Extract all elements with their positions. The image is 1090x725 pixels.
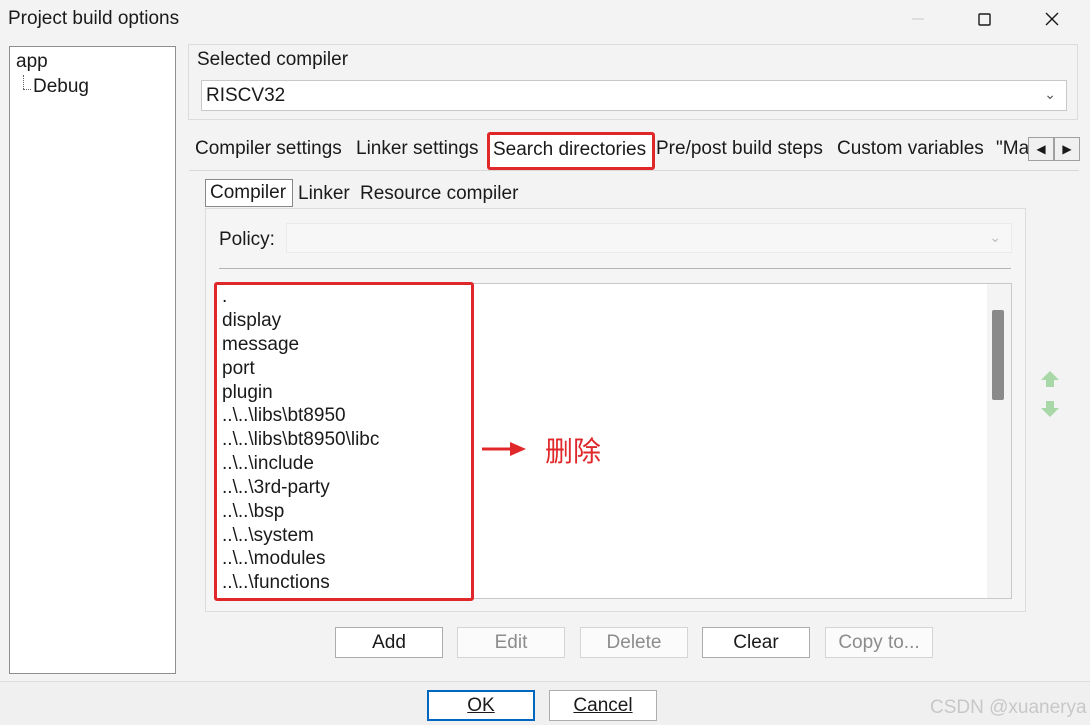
close-button[interactable] <box>1022 0 1082 38</box>
move-buttons <box>1037 364 1063 428</box>
chevron-down-icon: ⌄ <box>1044 86 1056 102</box>
annotation-arrow-icon <box>482 442 526 456</box>
ok-button[interactable]: OK <box>427 690 535 721</box>
policy-select[interactable]: ⌄ <box>286 223 1012 253</box>
tab-scroll-left-button[interactable]: ◀ <box>1028 137 1054 161</box>
compiler-select-value: RISCV32 <box>206 85 286 106</box>
subtab-linker[interactable]: Linker <box>298 183 350 205</box>
annotation-highlight-box <box>214 282 474 601</box>
subtab-compiler[interactable]: Compiler <box>205 179 293 207</box>
copy-to-button[interactable]: Copy to... <box>825 627 933 658</box>
selected-compiler-group: Selected compiler RISCV32 ⌄ <box>188 44 1078 120</box>
cancel-button[interactable]: Cancel <box>549 690 657 721</box>
move-up-button[interactable] <box>1037 364 1063 394</box>
tab-linker-settings[interactable]: Linker settings <box>356 138 479 160</box>
arrow-down-icon <box>1041 401 1059 417</box>
main-tabs: Compiler settings Linker settings Search… <box>190 130 1050 170</box>
tab-custom-variables[interactable]: Custom variables <box>837 138 984 160</box>
annotation-text: 删除 <box>545 435 602 468</box>
compiler-select[interactable]: RISCV32 ⌄ <box>201 80 1067 111</box>
dialog-footer <box>0 681 1090 725</box>
clear-button[interactable]: Clear <box>702 627 810 658</box>
subtab-resource-compiler[interactable]: Resource compiler <box>360 183 518 205</box>
scrollbar-thumb[interactable] <box>992 310 1004 400</box>
chevron-down-icon: ⌄ <box>989 229 1001 245</box>
add-button[interactable]: Add <box>335 627 443 658</box>
tree-item-app[interactable]: app <box>16 51 48 73</box>
edit-button[interactable]: Edit <box>457 627 565 658</box>
minimize-button[interactable] <box>888 0 948 38</box>
close-icon <box>1045 12 1059 26</box>
maximize-icon <box>977 12 991 26</box>
policy-label: Policy: <box>219 229 275 250</box>
delete-button[interactable]: Delete <box>580 627 688 658</box>
arrow-up-icon <box>1041 371 1059 387</box>
chevron-right-icon: ▶ <box>1062 142 1072 156</box>
chevron-left-icon: ◀ <box>1036 142 1046 156</box>
tab-pre-post-build-steps[interactable]: Pre/post build steps <box>656 138 823 160</box>
watermark: CSDN @xuanerya <box>930 697 1087 718</box>
divider <box>219 268 1011 269</box>
move-down-button[interactable] <box>1037 394 1063 424</box>
target-tree: app Debug <box>9 46 176 674</box>
maximize-button[interactable] <box>954 0 1014 38</box>
minimize-icon <box>912 18 924 20</box>
tree-item-debug[interactable]: Debug <box>33 76 89 98</box>
selected-compiler-label: Selected compiler <box>197 49 349 70</box>
tab-scroll-arrows: ◀ ▶ <box>1028 137 1080 161</box>
tab-scroll-right-button[interactable]: ▶ <box>1054 137 1080 161</box>
tree-connector <box>23 75 24 89</box>
tab-search-directories-label: Search directories <box>493 139 647 160</box>
window-title: Project build options <box>8 8 180 29</box>
subtab-compiler-label: Compiler <box>210 182 287 203</box>
tree-connector <box>23 89 31 90</box>
vertical-scrollbar[interactable] <box>987 284 1011 598</box>
tab-compiler-settings[interactable]: Compiler settings <box>195 138 342 160</box>
title-bar: Project build options <box>0 0 1090 38</box>
tab-search-directories[interactable]: Search directories <box>487 132 655 170</box>
tab-makefile-truncated[interactable]: "Ma <box>996 138 1028 160</box>
